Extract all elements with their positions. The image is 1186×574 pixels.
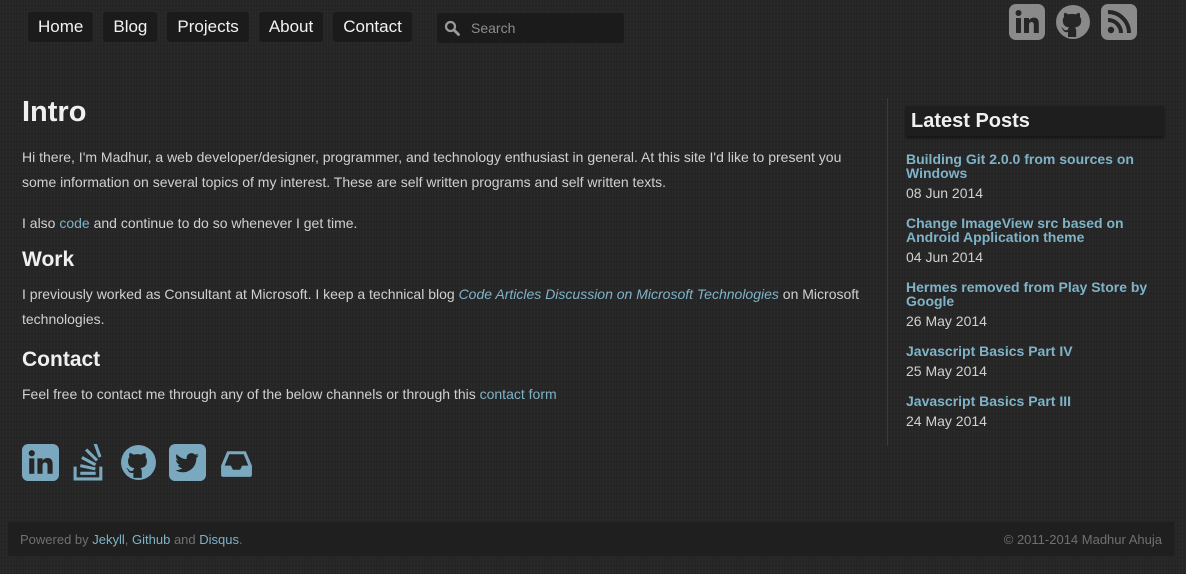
top-nav: Home Blog Projects About Contact bbox=[28, 12, 412, 42]
post-title-link[interactable]: Hermes removed from Play Store by Google bbox=[906, 280, 1164, 308]
code-line: I also code and continue to do so whenev… bbox=[22, 211, 872, 236]
work-prefix: I previously worked as Consultant at Mic… bbox=[22, 286, 459, 302]
post-title-link[interactable]: Javascript Basics Part III bbox=[906, 394, 1164, 408]
blog-link-text: Code Articles Discussion on Microsoft Te… bbox=[458, 286, 779, 302]
jekyll-link[interactable]: Jekyll bbox=[92, 532, 125, 547]
nav-about[interactable]: About bbox=[258, 12, 324, 42]
github-link[interactable]: Github bbox=[132, 532, 170, 547]
post-item: Javascript Basics Part III 24 May 2014 bbox=[906, 394, 1164, 429]
post-date: 25 May 2014 bbox=[906, 363, 987, 379]
search-box bbox=[437, 13, 624, 43]
blog-link[interactable]: Code Articles Discussion on Microsoft Te… bbox=[459, 286, 779, 302]
nav-projects[interactable]: Projects bbox=[167, 12, 249, 42]
top-social-links bbox=[1009, 4, 1137, 40]
intro-text: Hi there, I'm Madhur, a web developer/de… bbox=[22, 149, 842, 190]
sidebar-divider bbox=[887, 98, 888, 446]
copyright: © 2011-2014 Madhur Ahuja bbox=[1003, 531, 1162, 547]
code-prefix: I also bbox=[22, 215, 60, 231]
post-date: 04 Jun 2014 bbox=[906, 249, 984, 265]
nav-home[interactable]: Home bbox=[28, 12, 94, 42]
disqus-link[interactable]: Disqus bbox=[199, 532, 239, 547]
linkedin-icon[interactable] bbox=[22, 444, 59, 481]
post-date: 26 May 2014 bbox=[906, 313, 987, 329]
separator: and bbox=[170, 531, 200, 547]
rss-icon[interactable] bbox=[1101, 4, 1137, 40]
post-title-link[interactable]: Change ImageView src based on Android Ap… bbox=[906, 216, 1164, 244]
search-input[interactable] bbox=[471, 20, 616, 36]
footer: Powered by Jekyll, Github and Disqus. © … bbox=[8, 522, 1174, 556]
stackoverflow-icon[interactable] bbox=[71, 444, 108, 481]
post-date: 24 May 2014 bbox=[906, 413, 987, 429]
nav-blog[interactable]: Blog bbox=[103, 12, 158, 42]
contact-form-link[interactable]: contact form bbox=[480, 386, 557, 402]
contact-channels bbox=[22, 444, 255, 481]
nav-contact[interactable]: Contact bbox=[333, 12, 412, 42]
code-link[interactable]: code bbox=[59, 215, 89, 231]
work-heading: Work bbox=[22, 248, 75, 271]
post-item: Building Git 2.0.0 from sources on Windo… bbox=[906, 152, 1164, 201]
post-item: Javascript Basics Part IV 25 May 2014 bbox=[906, 344, 1164, 379]
sidebar: Latest Posts Building Git 2.0.0 from sou… bbox=[906, 106, 1164, 444]
main-content: Intro Hi there, I'm Madhur, a web develo… bbox=[22, 96, 872, 407]
post-title-link[interactable]: Javascript Basics Part IV bbox=[906, 344, 1164, 358]
github-icon[interactable] bbox=[120, 444, 157, 481]
search-icon[interactable] bbox=[437, 13, 467, 43]
powered-prefix: Powered by bbox=[20, 531, 93, 547]
work-text: I previously worked as Consultant at Mic… bbox=[22, 282, 872, 332]
post-item: Change ImageView src based on Android Ap… bbox=[906, 216, 1164, 265]
inbox-icon[interactable] bbox=[218, 444, 255, 481]
code-suffix: and continue to do so whenever I get tim… bbox=[89, 215, 358, 231]
contact-heading: Contact bbox=[22, 348, 101, 371]
contact-text: Feel free to contact me through any of t… bbox=[22, 382, 872, 407]
latest-posts-heading: Latest Posts bbox=[906, 106, 1164, 136]
post-item: Hermes removed from Play Store by Google… bbox=[906, 280, 1164, 329]
separator: , bbox=[124, 531, 133, 547]
post-title-link[interactable]: Building Git 2.0.0 from sources on Windo… bbox=[906, 152, 1164, 180]
intro-heading: Intro bbox=[22, 96, 87, 128]
github-icon[interactable] bbox=[1055, 4, 1091, 40]
powered-by: Powered by Jekyll, Github and Disqus. bbox=[20, 532, 243, 547]
period: . bbox=[239, 531, 243, 547]
post-date: 08 Jun 2014 bbox=[906, 185, 984, 201]
twitter-icon[interactable] bbox=[169, 444, 206, 481]
linkedin-icon[interactable] bbox=[1009, 4, 1045, 40]
contact-prefix: Feel free to contact me through any of t… bbox=[22, 386, 480, 402]
